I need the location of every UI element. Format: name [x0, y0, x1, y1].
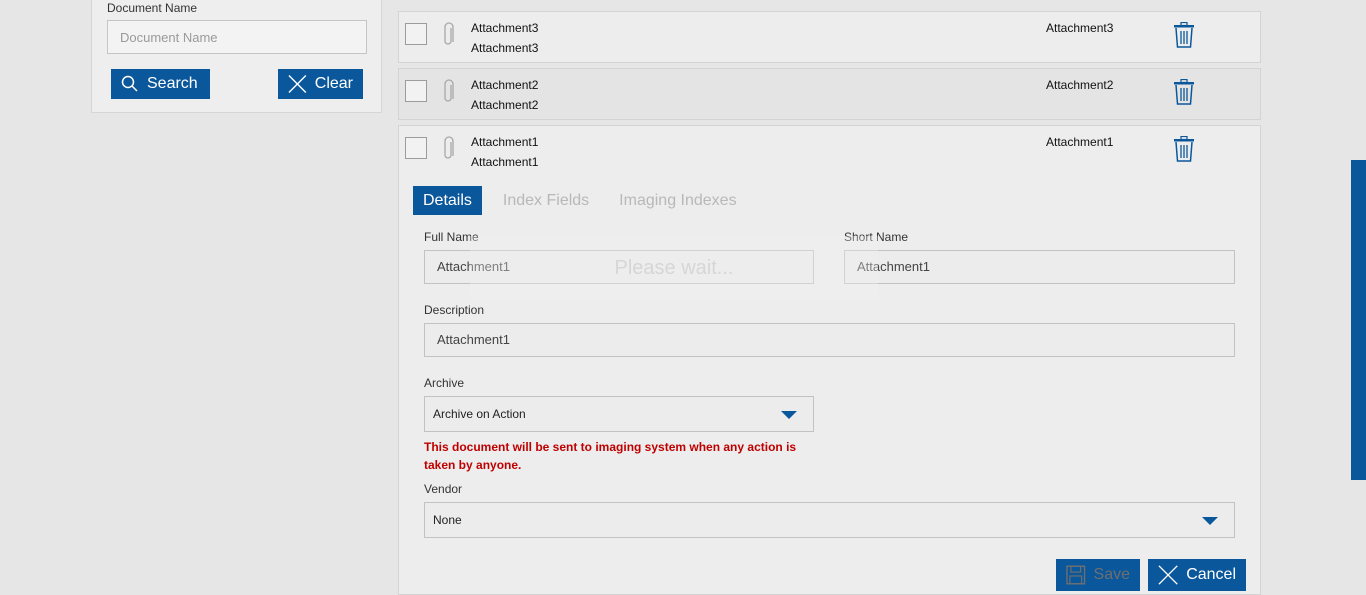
- paperclip-icon: [444, 136, 454, 159]
- paperclip-icon: [444, 22, 454, 45]
- description-label: Description: [424, 303, 485, 317]
- tab-index-fields[interactable]: Index Fields: [493, 186, 599, 215]
- attachment-name: Attachment1: [471, 135, 539, 149]
- attachment-subtitle: Attachment1: [471, 155, 539, 169]
- archive-selected-value: Archive on Action: [433, 407, 526, 421]
- chevron-down-icon: [1202, 517, 1218, 525]
- search-button-label: Search: [147, 75, 198, 92]
- tab-imaging-indexes[interactable]: Imaging Indexes: [609, 186, 746, 215]
- full-name-label: Full Name: [424, 230, 479, 244]
- attachment-short-name: Attachment1: [1046, 135, 1114, 149]
- detail-tabs: Details Index Fields Imaging Indexes: [413, 186, 747, 215]
- save-button[interactable]: Save: [1056, 559, 1140, 591]
- trash-icon[interactable]: [1173, 22, 1195, 48]
- short-name-field[interactable]: Attachment1: [844, 250, 1235, 284]
- document-search-panel: Document Name Search Clear: [91, 0, 382, 113]
- attachment-short-name: Attachment3: [1046, 21, 1114, 35]
- row-checkbox[interactable]: [405, 23, 427, 45]
- close-icon: [1158, 565, 1178, 585]
- document-name-input[interactable]: [107, 20, 367, 54]
- attachment-name: Attachment2: [471, 78, 539, 92]
- clear-button-label: Clear: [314, 75, 353, 92]
- short-name-label: Short Name: [844, 230, 909, 244]
- description-field[interactable]: Attachment1: [424, 323, 1235, 357]
- attachment-subtitle: Attachment3: [471, 41, 539, 55]
- document-name-label: Document Name: [107, 1, 198, 15]
- row-checkbox[interactable]: [405, 137, 427, 159]
- trash-icon[interactable]: [1173, 79, 1195, 105]
- clear-button[interactable]: Clear: [278, 69, 363, 99]
- archive-select[interactable]: Archive on Action: [424, 396, 814, 432]
- attachment-name: Attachment3: [471, 21, 539, 35]
- save-icon: [1066, 565, 1086, 585]
- vendor-label: Vendor: [424, 482, 463, 496]
- attachment-row[interactable]: Attachment2 Attachment2 Attachment2: [398, 68, 1261, 120]
- tab-details[interactable]: Details: [413, 186, 482, 215]
- vendor-selected-value: None: [433, 513, 462, 527]
- vendor-select[interactable]: None: [424, 502, 1235, 538]
- attachment-short-name: Attachment2: [1046, 78, 1114, 92]
- chevron-down-icon: [781, 411, 797, 419]
- scrollbar-thumb[interactable]: [1351, 160, 1366, 480]
- search-icon: [121, 75, 138, 92]
- cancel-button-label: Cancel: [1186, 566, 1236, 583]
- attachment-subtitle: Attachment2: [471, 98, 539, 112]
- trash-icon[interactable]: [1173, 136, 1195, 162]
- save-button-label: Save: [1093, 566, 1130, 583]
- attachment-row[interactable]: Attachment3 Attachment3 Attachment3: [398, 11, 1261, 63]
- paperclip-icon: [444, 79, 454, 102]
- archive-label: Archive: [424, 376, 465, 390]
- archive-warning: This document will be sent to imaging sy…: [424, 440, 797, 472]
- row-checkbox[interactable]: [405, 80, 427, 102]
- search-button[interactable]: Search: [111, 69, 210, 99]
- cancel-button[interactable]: Cancel: [1148, 559, 1246, 591]
- close-icon: [288, 75, 307, 93]
- full-name-field[interactable]: Attachment1: [424, 250, 814, 284]
